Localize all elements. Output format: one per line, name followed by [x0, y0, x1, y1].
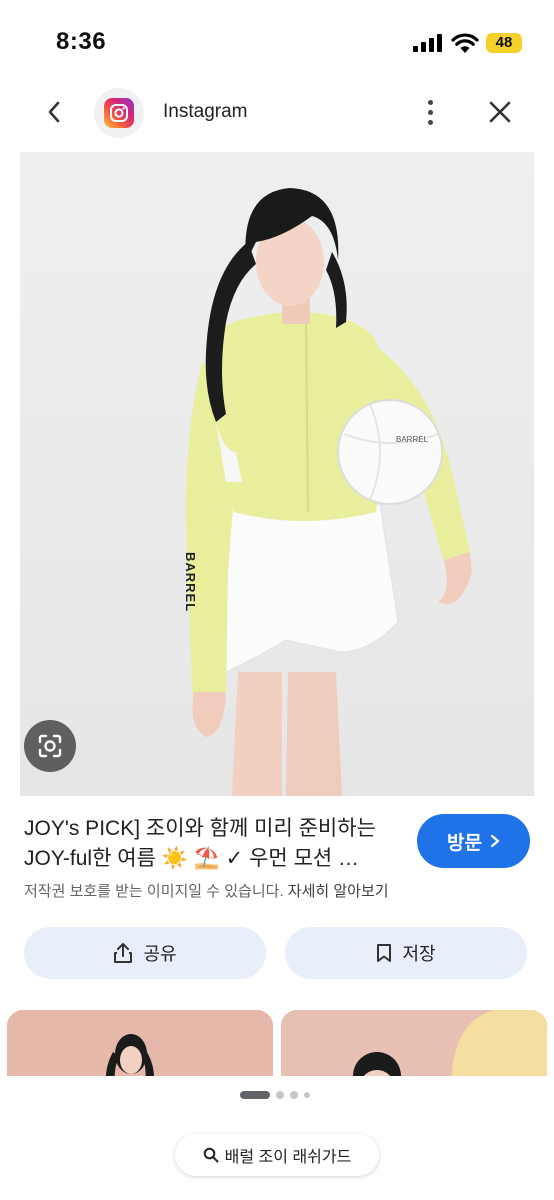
search-icon	[203, 1147, 219, 1163]
google-lens-button[interactable]	[24, 720, 76, 772]
model-photo: BARREL BARREL	[20, 152, 534, 796]
search-query-chip[interactable]: 배럴 조이 래쉬가드	[175, 1134, 379, 1176]
instagram-icon	[104, 98, 134, 128]
more-vertical-icon	[427, 99, 433, 105]
back-button[interactable]	[38, 96, 70, 128]
cellular-signal-icon	[413, 34, 443, 52]
share-label: 공유	[143, 944, 177, 964]
copyright-text: 저작권 보호를 받는 이미지일 수 있습니다.	[24, 883, 284, 900]
battery-indicator: 48	[486, 33, 522, 53]
viewer-header: Instagram	[0, 88, 554, 138]
ball-logo-text: BARREL	[396, 435, 429, 444]
result-image[interactable]: BARREL BARREL	[20, 152, 534, 796]
wifi-icon	[451, 33, 479, 53]
status-bar: 8:36 48	[0, 0, 554, 88]
source-logo[interactable]	[94, 88, 144, 138]
visit-label: 방문	[447, 832, 482, 854]
result-title-line-2: JOY-ful한 여름 ☀️ ⛱️ ✓ 우먼 모션 …	[24, 847, 360, 870]
bookmark-icon	[377, 944, 392, 962]
result-title[interactable]: JOY's PICK] 조이와 함께 미리 준비하는 JOY-ful한 여름 ☀…	[24, 814, 396, 874]
search-query-text: 배럴 조이 래쉬가드	[224, 1149, 352, 1166]
copyright-notice: 저작권 보호를 받는 이미지일 수 있습니다. 자세히 알아보기	[24, 880, 389, 901]
status-time: 8:36	[56, 28, 107, 55]
share-button[interactable]: 공유	[24, 927, 266, 979]
sleeve-logo-text: BARREL	[183, 552, 198, 612]
more-options-button[interactable]	[416, 96, 444, 128]
back-icon	[48, 101, 60, 123]
learn-more-link[interactable]: 자세히 알아보기	[288, 883, 389, 900]
source-name[interactable]: Instagram	[163, 101, 247, 123]
chevron-right-icon	[490, 834, 500, 848]
visit-button[interactable]: 방문	[417, 814, 530, 868]
save-label: 저장	[402, 944, 436, 964]
save-button[interactable]: 저장	[285, 927, 527, 979]
result-title-line-1: JOY's PICK] 조이와 함께 미리 준비하는	[24, 817, 376, 840]
page-indicator	[240, 1091, 310, 1099]
close-icon[interactable]	[484, 96, 516, 128]
share-icon	[114, 943, 133, 963]
lens-icon	[38, 734, 62, 758]
